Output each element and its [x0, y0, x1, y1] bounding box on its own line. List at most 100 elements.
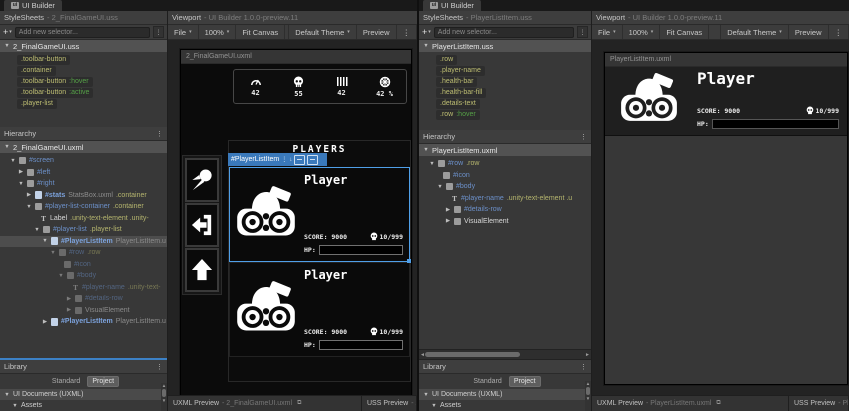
tree-row-playerlistitem[interactable]: ▼ #PlayerListItem PlayerListItem.u — [0, 235, 167, 247]
upgrade-button[interactable] — [185, 248, 219, 292]
add-selector-button[interactable]: + ▾ — [422, 27, 431, 37]
chevron-right-icon[interactable]: ▶ — [445, 218, 451, 224]
uxml-preview-section[interactable]: UXML Preview - 2_FinalGameUI.uxml ⧉ — [168, 396, 362, 411]
tree-row-playerlistitem-2[interactable]: ▶ #PlayerListItem PlayerListItem.u — [0, 316, 167, 328]
exit-button[interactable] — [185, 203, 219, 247]
canvas-doc-label[interactable]: PlayerListItem.uxml — [605, 53, 847, 67]
add-selector-input[interactable]: Add new selector... — [433, 26, 574, 38]
uss-file-row[interactable]: ▼ 2_FinalGameUI.uss — [0, 40, 167, 52]
selector-menu-icon[interactable]: ⋮ — [577, 26, 588, 38]
horizontal-scrollbar[interactable]: ◄ ► — [419, 349, 591, 360]
resize-handle[interactable] — [407, 259, 411, 263]
chevron-right-icon[interactable]: ▶ — [445, 207, 451, 213]
player-list-item[interactable]: Player SCORE: 9000 10/999 HP: — [605, 67, 847, 136]
stats-box[interactable]: 42 55 42 42 % — [233, 69, 407, 104]
fit-canvas-button[interactable]: Fit Canvas — [660, 25, 710, 39]
chevron-right-icon[interactable]: ▶ — [66, 296, 72, 302]
chevron-right-icon[interactable]: ▶ — [18, 169, 24, 175]
chevron-down-icon[interactable]: ▼ — [42, 238, 48, 244]
menu-icon[interactable]: ⋮ — [580, 363, 587, 371]
tree-row-body[interactable]: ▼ #body — [0, 270, 167, 282]
tab-ui-builder[interactable]: ui UI Builder — [4, 0, 62, 11]
chevron-down-icon[interactable]: ▼ — [423, 43, 429, 49]
add-selector-button[interactable]: + ▾ — [3, 27, 12, 37]
scroll-down-icon[interactable]: ▼ — [162, 398, 166, 403]
chevron-right-icon[interactable]: ▶ — [66, 307, 72, 313]
tab-ui-builder[interactable]: ui UI Builder — [423, 0, 481, 11]
player-list-item[interactable]: Player SCORE: 9000 10/999 HP: — [229, 167, 411, 263]
selector-row[interactable]: .row — [419, 54, 591, 65]
preview-toggle-button[interactable]: Preview — [357, 25, 397, 39]
player-list-item[interactable]: Player SCORE: 9000 10/999 HP: — [229, 262, 410, 357]
tree-row-visualelement[interactable]: ▶ VisualElement — [0, 305, 167, 317]
scroll-left-icon[interactable]: ◄ — [420, 352, 425, 358]
tree-row-player-list[interactable]: ▼ #player-list .player-list — [0, 224, 167, 236]
fireball-button[interactable] — [185, 158, 219, 202]
selector-row[interactable]: .toolbar-button:hover — [0, 76, 167, 87]
tab-standard[interactable]: Standard — [48, 377, 84, 386]
selector-menu-icon[interactable]: ⋮ — [153, 26, 164, 38]
scroll-right-icon[interactable]: ► — [585, 352, 590, 358]
open-external-icon[interactable]: ⧉ — [716, 400, 720, 407]
viewport-menu-icon[interactable]: ⋮ — [397, 25, 417, 39]
viewport-menu-icon[interactable]: ⋮ — [829, 25, 849, 39]
scroll-up-icon[interactable]: ▲ — [586, 381, 590, 386]
tree-row-player-name[interactable]: T #player-name .unity-text-element .u — [419, 193, 591, 205]
menu-icon[interactable]: ⋮ — [156, 363, 163, 371]
menu-icon[interactable]: ⋮ — [580, 133, 587, 141]
zoom-dropdown[interactable]: 100% ▾ — [199, 25, 237, 39]
tree-row-screen[interactable]: ▼ #screen — [0, 155, 167, 167]
canvas-doc-label[interactable]: 2_FinalGameUI.uxml — [181, 50, 411, 64]
chevron-down-icon[interactable]: ▼ — [4, 392, 10, 398]
fit-canvas-button[interactable]: Fit Canvas — [236, 25, 286, 39]
file-menu-button[interactable]: File ▾ — [168, 25, 199, 39]
uss-preview-section[interactable]: USS Preview - 2_FinalGameUI.u ⧉ — [362, 396, 417, 411]
tree-row-details-row[interactable]: ▶ #details-row — [419, 204, 591, 216]
tree-row-row[interactable]: ▼ #row .row — [0, 247, 167, 259]
library-section-uxml[interactable]: ▼ UI Documents (UXML) — [419, 389, 591, 400]
tab-project[interactable]: Project — [87, 376, 120, 387]
chevron-down-icon[interactable]: ▼ — [50, 250, 56, 256]
uss-preview-section[interactable]: USS Preview - PlayerListItem.u ⧉ — [789, 396, 849, 411]
scroll-down-icon[interactable]: ▼ — [586, 396, 590, 401]
selector-row[interactable]: .toolbar-button:active — [0, 87, 167, 98]
uxml-preview-section[interactable]: UXML Preview - PlayerListItem.uxml ⧉ — [592, 396, 789, 411]
scroll-up-icon[interactable]: ▲ — [162, 383, 166, 388]
scroll-thumb[interactable] — [586, 387, 590, 395]
tree-row-visualelement[interactable]: ▶ VisualElement — [419, 216, 591, 228]
viewport-canvas-area[interactable]: 2_FinalGameUI.uxml 42 55 42 42 % PLAYERS… — [168, 40, 417, 395]
chevron-down-icon[interactable]: ▼ — [431, 403, 437, 409]
tree-row-icon[interactable]: #icon — [0, 259, 167, 271]
chevron-right-icon[interactable]: ▶ — [26, 192, 32, 198]
scroll-thumb[interactable] — [162, 389, 166, 397]
selector-row[interactable]: .row:hover — [419, 109, 591, 120]
selected-element-tag[interactable]: #PlayerListItem ⋮ ↓ — [228, 153, 327, 166]
tag-button-icon[interactable] — [294, 154, 306, 165]
tree-row-stats[interactable]: ▶ #stats StatsBox.uxml .container — [0, 190, 167, 202]
file-menu-button[interactable]: File ▾ — [592, 25, 623, 39]
tab-standard[interactable]: Standard — [469, 377, 505, 386]
tree-row-player-name[interactable]: T #player-name .unity-text- — [0, 282, 167, 294]
chevron-down-icon[interactable]: ▼ — [18, 181, 24, 187]
chevron-down-icon[interactable]: ▼ — [437, 184, 443, 190]
tree-row-body[interactable]: ▼ #body — [419, 181, 591, 193]
selector-row[interactable]: .details-text — [419, 98, 591, 109]
library-scrollbar[interactable]: ▲ ▼ — [585, 381, 591, 411]
add-selector-input[interactable]: Add new selector... — [14, 26, 150, 38]
theme-dropdown[interactable]: Default Theme ▾ — [720, 25, 789, 39]
chevron-right-icon[interactable]: ▶ — [42, 319, 48, 325]
selector-row[interactable]: .player-name — [419, 65, 591, 76]
tree-row-icon[interactable]: #icon — [419, 170, 591, 182]
chevron-down-icon[interactable]: ▼ — [4, 43, 10, 49]
chevron-down-icon[interactable]: ▼ — [12, 403, 18, 409]
canvas-2finalgameui[interactable]: 2_FinalGameUI.uxml 42 55 42 42 % PLAYERS… — [180, 49, 412, 395]
selector-row[interactable]: .health-bar — [419, 76, 591, 87]
viewport-canvas-area[interactable]: PlayerListItem.uxml Player SCORE: 9000 1… — [592, 40, 849, 395]
tag-button-icon[interactable] — [307, 154, 319, 165]
library-row-assets[interactable]: ▼ Assets — [0, 400, 167, 411]
library-scrollbar[interactable]: ▲ ▼ — [161, 383, 167, 411]
selector-row[interactable]: .container — [0, 65, 167, 76]
theme-dropdown[interactable]: Default Theme ▾ — [288, 25, 357, 39]
chevron-down-icon[interactable]: ▼ — [423, 392, 429, 398]
chevron-down-icon[interactable]: ▼ — [10, 158, 16, 164]
